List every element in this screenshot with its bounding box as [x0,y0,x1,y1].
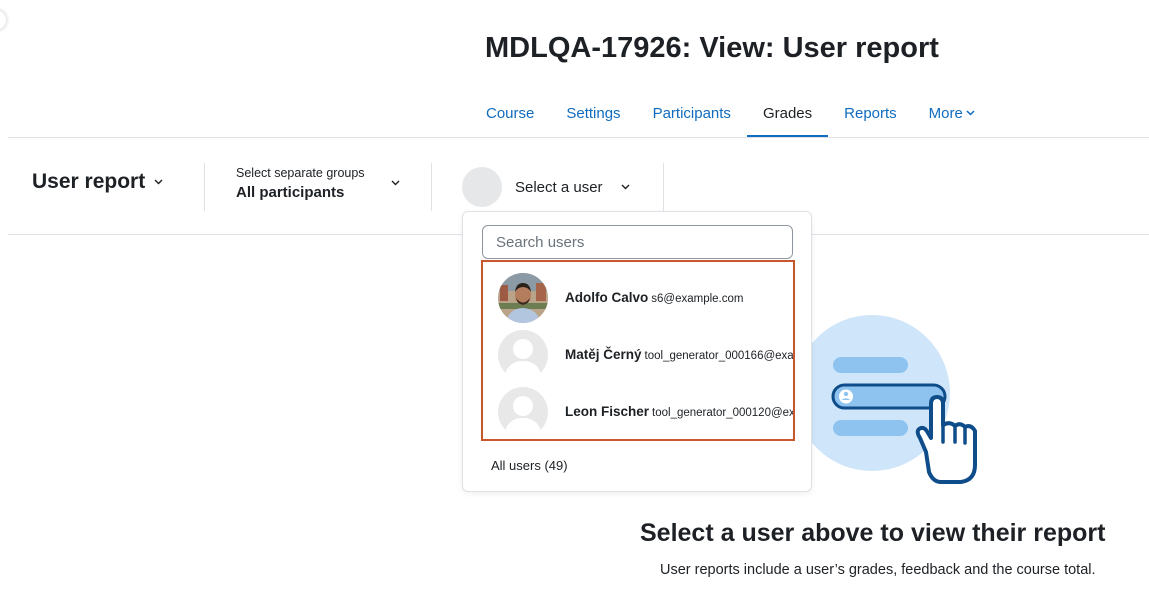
toolbar-divider [663,163,664,211]
pointing-hand-list-icon [794,310,985,495]
group-selector-value: All participants [236,184,345,201]
list-item-user[interactable]: Matěj Černýtool_generator_000166@example… [483,327,793,383]
user-search-dropdown: Adolfo Calvos6@example.com Matěj Černýto… [462,211,812,492]
group-selector-dropdown[interactable]: Select separate groups All participants [236,166,406,208]
tab-label: Course [486,104,535,122]
avatar [498,273,548,323]
tab-label: Grades [762,104,813,122]
empty-state-description: User reports include a user’s grades, fe… [660,562,1096,578]
chevron-down-icon [154,179,163,185]
corner-handle [0,10,6,30]
all-users-link[interactable]: All users (49) [491,458,568,473]
report-selector-dropdown[interactable]: User report [32,170,163,194]
chevron-down-icon [621,184,630,190]
tab-label: Settings [566,104,621,122]
tab-more[interactable]: More [913,88,991,138]
user-selector-label: Select a user [515,178,603,196]
group-selector-caption: Select separate groups [236,166,365,180]
list-item-user[interactable]: Leon Fischertool_generator_000120@exampl… [483,384,795,439]
tab-label: More [928,104,963,122]
tab-label: Participants [652,104,731,122]
user-name: Leon Fischer [565,404,650,419]
tab-label: Reports [844,104,897,122]
user-email: tool_generator_000166@example.com [644,350,794,362]
page-title: MDLQA-17926: View: User report [485,32,939,64]
toolbar-divider [431,163,432,211]
search-users-input[interactable] [482,225,793,259]
chevron-down-icon [391,180,400,186]
avatar [462,167,502,207]
avatar [498,387,548,437]
nav-divider [8,137,1149,138]
tab-settings[interactable]: Settings [550,88,636,138]
user-info: Adolfo Calvo s6@example.com [565,289,743,307]
user-report-page: MDLQA-17926: View: User report Course Se… [0,0,1149,613]
user-email: s6@example.com [651,293,744,305]
user-email: tool_generator_000120@example.com [652,407,795,419]
list-item-user[interactable]: Adolfo Calvo s6@example.com [483,270,793,326]
tab-participants[interactable]: Participants [637,88,747,138]
user-name: Matěj Černý [565,347,642,362]
avatar [498,330,548,380]
user-info: Leon Fischertool_generator_000120@exampl… [565,403,795,421]
report-selector-label: User report [32,170,146,193]
user-selector-dropdown[interactable]: Select a user [462,166,630,208]
user-results-list: Adolfo Calvo s6@example.com Matěj Černý to… [481,260,795,441]
empty-state-heading: Select a user above to view their report [640,519,1106,547]
tab-reports[interactable]: Reports [828,88,913,138]
course-nav: Course Settings Participants Grades Repo… [470,88,991,138]
chevron-down-icon [966,110,975,116]
tab-course[interactable]: Course [470,88,550,138]
user-name: Adolfo Calvo [565,290,649,305]
toolbar-divider [204,163,205,211]
tab-grades[interactable]: Grades [746,88,829,138]
user-info: Matěj Černýtool_generator_000166@example… [565,346,794,364]
